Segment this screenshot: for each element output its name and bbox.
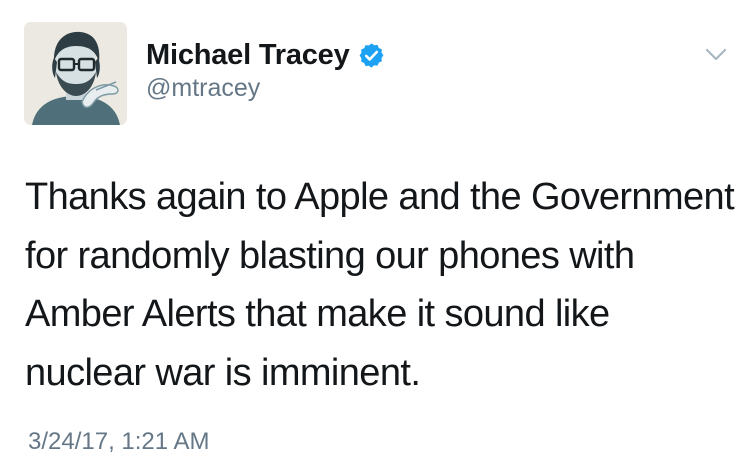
- tweet-text: Thanks again to Apple and the Government…: [25, 176, 735, 394]
- author-handle[interactable]: @mtracey: [146, 74, 260, 103]
- display-name[interactable]: Michael Tracey: [146, 39, 350, 72]
- avatar-illustration: [24, 22, 127, 125]
- chevron-down-icon[interactable]: [705, 48, 727, 62]
- verified-badge-icon: [358, 42, 385, 69]
- tweet-card: Michael Tracey @mtracey Thanks again to …: [0, 0, 750, 469]
- tweet-timestamp[interactable]: 3/24/17, 1:21 AM: [28, 428, 209, 456]
- author-name-row[interactable]: Michael Tracey: [146, 38, 385, 72]
- avatar[interactable]: [24, 22, 127, 125]
